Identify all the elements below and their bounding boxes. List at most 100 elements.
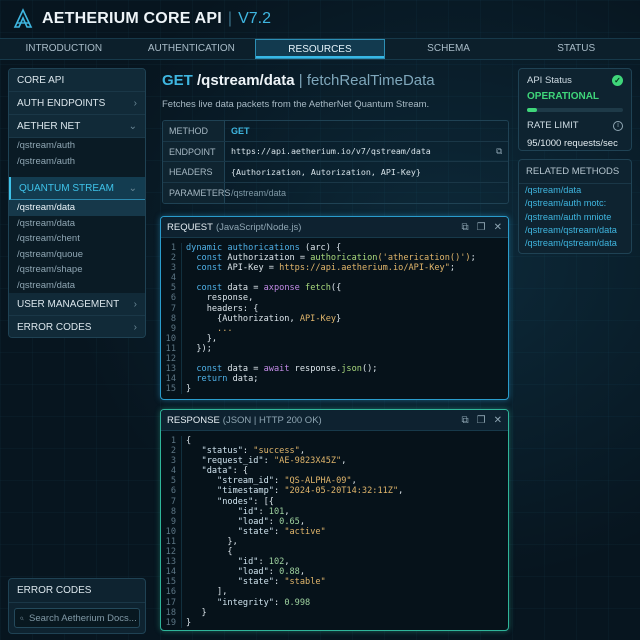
- related-method-link[interactable]: /qstream/data: [519, 184, 631, 197]
- line-number: 19: [165, 617, 176, 628]
- line-number: 3: [170, 263, 176, 274]
- code-token: data =: [227, 364, 264, 375]
- code-token: },: [186, 536, 238, 547]
- sidebar-spacer: [9, 169, 145, 177]
- line-content: ...: [181, 323, 233, 334]
- search-box[interactable]: [14, 608, 140, 628]
- line-number: 11: [165, 343, 176, 354]
- code-token: "stable": [284, 577, 326, 588]
- code-token: "state": [186, 577, 274, 588]
- code-token: data =: [227, 283, 264, 294]
- code-token: const: [186, 263, 228, 274]
- code-line: 13 "id": 102,: [161, 557, 508, 568]
- code-line: 3 "request_id": "AE-9823X45Z",: [161, 456, 508, 467]
- tab-resources[interactable]: RESOURCES: [255, 39, 385, 59]
- sidebar-link[interactable]: /qstream/data: [9, 277, 145, 293]
- code-line: 13 const data = await response.json();: [161, 364, 508, 375]
- line-number: 6: [170, 486, 176, 497]
- duplicate-icon[interactable]: ❐: [477, 415, 486, 426]
- line-number: 1: [170, 243, 176, 253]
- error-codes-heading[interactable]: ERROR CODES: [9, 579, 145, 603]
- api-version: V7.2: [238, 10, 271, 27]
- sidebar-item-aether-net[interactable]: AETHER NET ⌄: [9, 115, 145, 138]
- tab-authentication[interactable]: AUTHENTICATION: [128, 39, 256, 59]
- info-icon[interactable]: i: [613, 120, 623, 131]
- related-methods-title: RELATED METHODS: [519, 160, 631, 184]
- code-token: 0.88: [279, 567, 300, 578]
- code-token: data;: [232, 374, 259, 385]
- line-content: "nodes": [{: [181, 496, 274, 507]
- tab-introduction[interactable]: INTRODUCTION: [0, 39, 128, 59]
- line-number: 15: [165, 577, 176, 588]
- related-method-link[interactable]: /qstream/qstream/data: [519, 224, 631, 237]
- code-line: 12 {: [161, 547, 508, 558]
- related-method-link[interactable]: /qstream/auth mniote: [519, 211, 631, 224]
- code-token: 101: [268, 506, 285, 517]
- code-token: authorication: [310, 253, 378, 264]
- copy-icon[interactable]: ⧉: [462, 222, 469, 233]
- sidebar-link[interactable]: /qstream/quoue: [9, 246, 145, 262]
- line-content: {Authorization, API-Key}: [181, 313, 341, 324]
- sidebar-link[interactable]: /qstream/auth: [9, 138, 145, 154]
- tab-status[interactable]: STATUS: [512, 39, 640, 59]
- code-token: ,: [284, 506, 290, 517]
- sidebar-item-error-codes[interactable]: ERROR CODES ›: [9, 316, 145, 337]
- row-label: METHOD: [163, 121, 225, 141]
- sidebar-item-quantum-stream[interactable]: QUANTUM STREAM ⌄: [9, 177, 145, 200]
- chevron-down-icon: ⌄: [128, 182, 137, 194]
- line-content: }: [181, 384, 191, 395]
- line-number: 18: [165, 607, 176, 618]
- sidebar-link[interactable]: /qstream/data: [9, 215, 145, 231]
- related-method-link[interactable]: /qstream/auth motc:: [519, 197, 631, 210]
- table-row: PARAMETERS/qstream/data: [163, 182, 508, 203]
- sidebar-item-core-api[interactable]: CORE API: [9, 69, 145, 92]
- code-token: :: [273, 486, 285, 497]
- row-value: /qstream/data: [231, 187, 287, 198]
- line-content: [181, 354, 186, 365]
- line-number: 9: [170, 516, 176, 527]
- search-input[interactable]: [29, 612, 139, 624]
- sidebar-link[interactable]: /qstream/chent: [9, 231, 145, 247]
- code-token: ...: [186, 323, 233, 334]
- close-icon[interactable]: ✕: [494, 415, 502, 426]
- copy-icon[interactable]: ⧉: [496, 146, 502, 157]
- sidebar-link-active[interactable]: /qstream/data: [9, 200, 145, 216]
- line-content: "state": "stable": [181, 577, 326, 588]
- api-status-card: API Status ✓ OPERATIONAL RATE LIMIT i 95/1…: [518, 68, 632, 151]
- sidebar-link[interactable]: /qstream/auth: [9, 153, 145, 169]
- line-content: "timestamp": "2024-05-20T14:32:11Z",: [181, 486, 403, 497]
- code-token: :: [263, 456, 274, 467]
- code-token: "data": [186, 466, 233, 477]
- code-line: 1{: [161, 436, 508, 447]
- copy-icon[interactable]: ⧉: [462, 415, 469, 426]
- sidebar-item-auth-endpoints[interactable]: AUTH ENDPOINTS ›: [9, 92, 145, 115]
- code-token: {Authorization,: [186, 313, 300, 324]
- duplicate-icon[interactable]: ❐: [477, 222, 486, 233]
- code-line: 8 "id": 101,: [161, 506, 508, 517]
- line-number: 7: [170, 496, 176, 507]
- line-number: 13: [165, 364, 176, 375]
- line-content: "status": "success",: [181, 446, 305, 457]
- code-line: 6 response,: [161, 293, 508, 304]
- line-number: 1: [170, 436, 176, 446]
- related-method-link[interactable]: /qstream/qstream/data: [519, 237, 631, 250]
- line-content: },: [181, 333, 217, 344]
- code-line: 1 dynamic authorications (arc) {: [161, 243, 508, 254]
- code-token: ,: [299, 567, 306, 578]
- endpoint-path: /qstream/data: [197, 72, 295, 89]
- check-circle-icon: ✓: [612, 75, 623, 86]
- sidebar-item-label: ERROR CODES: [17, 321, 92, 333]
- close-icon[interactable]: ✕: [494, 222, 502, 233]
- line-number: 12: [165, 354, 176, 365]
- line-number: 8: [170, 313, 176, 324]
- sidebar-item-user-management[interactable]: USER MANAGEMENT ›: [9, 293, 145, 316]
- code-token: dynamic: [186, 243, 228, 253]
- row-label: PARAMETERS: [163, 182, 230, 203]
- sidebar-item-label: CORE API: [17, 74, 65, 86]
- line-content: "load": 0.88,: [181, 567, 306, 578]
- code-line: 15}: [161, 384, 508, 395]
- tab-schema[interactable]: SCHEMA: [385, 39, 513, 59]
- sidebar-link[interactable]: /qstream/shape: [9, 262, 145, 278]
- code-token: ,: [351, 476, 357, 487]
- code-line: 2 const Authorization = authorication('a…: [161, 253, 508, 264]
